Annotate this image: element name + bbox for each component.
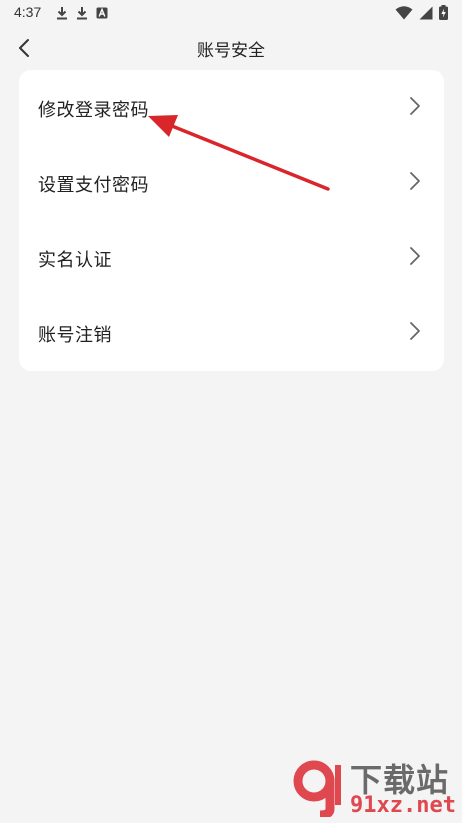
- signal-icon: [419, 6, 433, 19]
- battery-charging-icon: [439, 5, 448, 20]
- download-icon: [57, 7, 67, 20]
- wifi-icon: [395, 5, 413, 19]
- status-bar: 4:37: [0, 0, 462, 26]
- chevron-right-icon: [410, 247, 420, 265]
- menu-item-label: 设置支付密码: [38, 175, 149, 196]
- watermark-logo-icon: [293, 760, 341, 817]
- chevron-right-icon: [410, 322, 420, 340]
- watermark: 下载站 91xz.net: [290, 755, 462, 823]
- menu-item-real-name-verification[interactable]: 实名认证: [19, 220, 444, 295]
- menu-item-change-login-password[interactable]: 修改登录密码: [19, 70, 444, 145]
- status-right-icons: [395, 5, 448, 20]
- status-left-icons: [56, 6, 108, 20]
- settings-card: 修改登录密码 设置支付密码 实名认证 账号注销: [19, 70, 444, 371]
- menu-item-label: 账号注销: [38, 325, 112, 346]
- chevron-right-icon: [410, 97, 420, 115]
- menu-item-set-payment-password[interactable]: 设置支付密码: [19, 145, 444, 220]
- watermark-url: 91xz.net: [350, 793, 456, 818]
- chevron-right-icon: [410, 172, 420, 190]
- menu-item-label: 修改登录密码: [38, 100, 149, 121]
- menu-item-label: 实名认证: [38, 250, 112, 271]
- status-time: 4:37: [14, 4, 42, 20]
- header: 账号安全: [0, 26, 462, 70]
- app-notification-icon: [96, 7, 108, 19]
- menu-item-cancel-account[interactable]: 账号注销: [19, 295, 444, 370]
- page-title: 账号安全: [197, 41, 265, 61]
- download-icon: [77, 7, 87, 20]
